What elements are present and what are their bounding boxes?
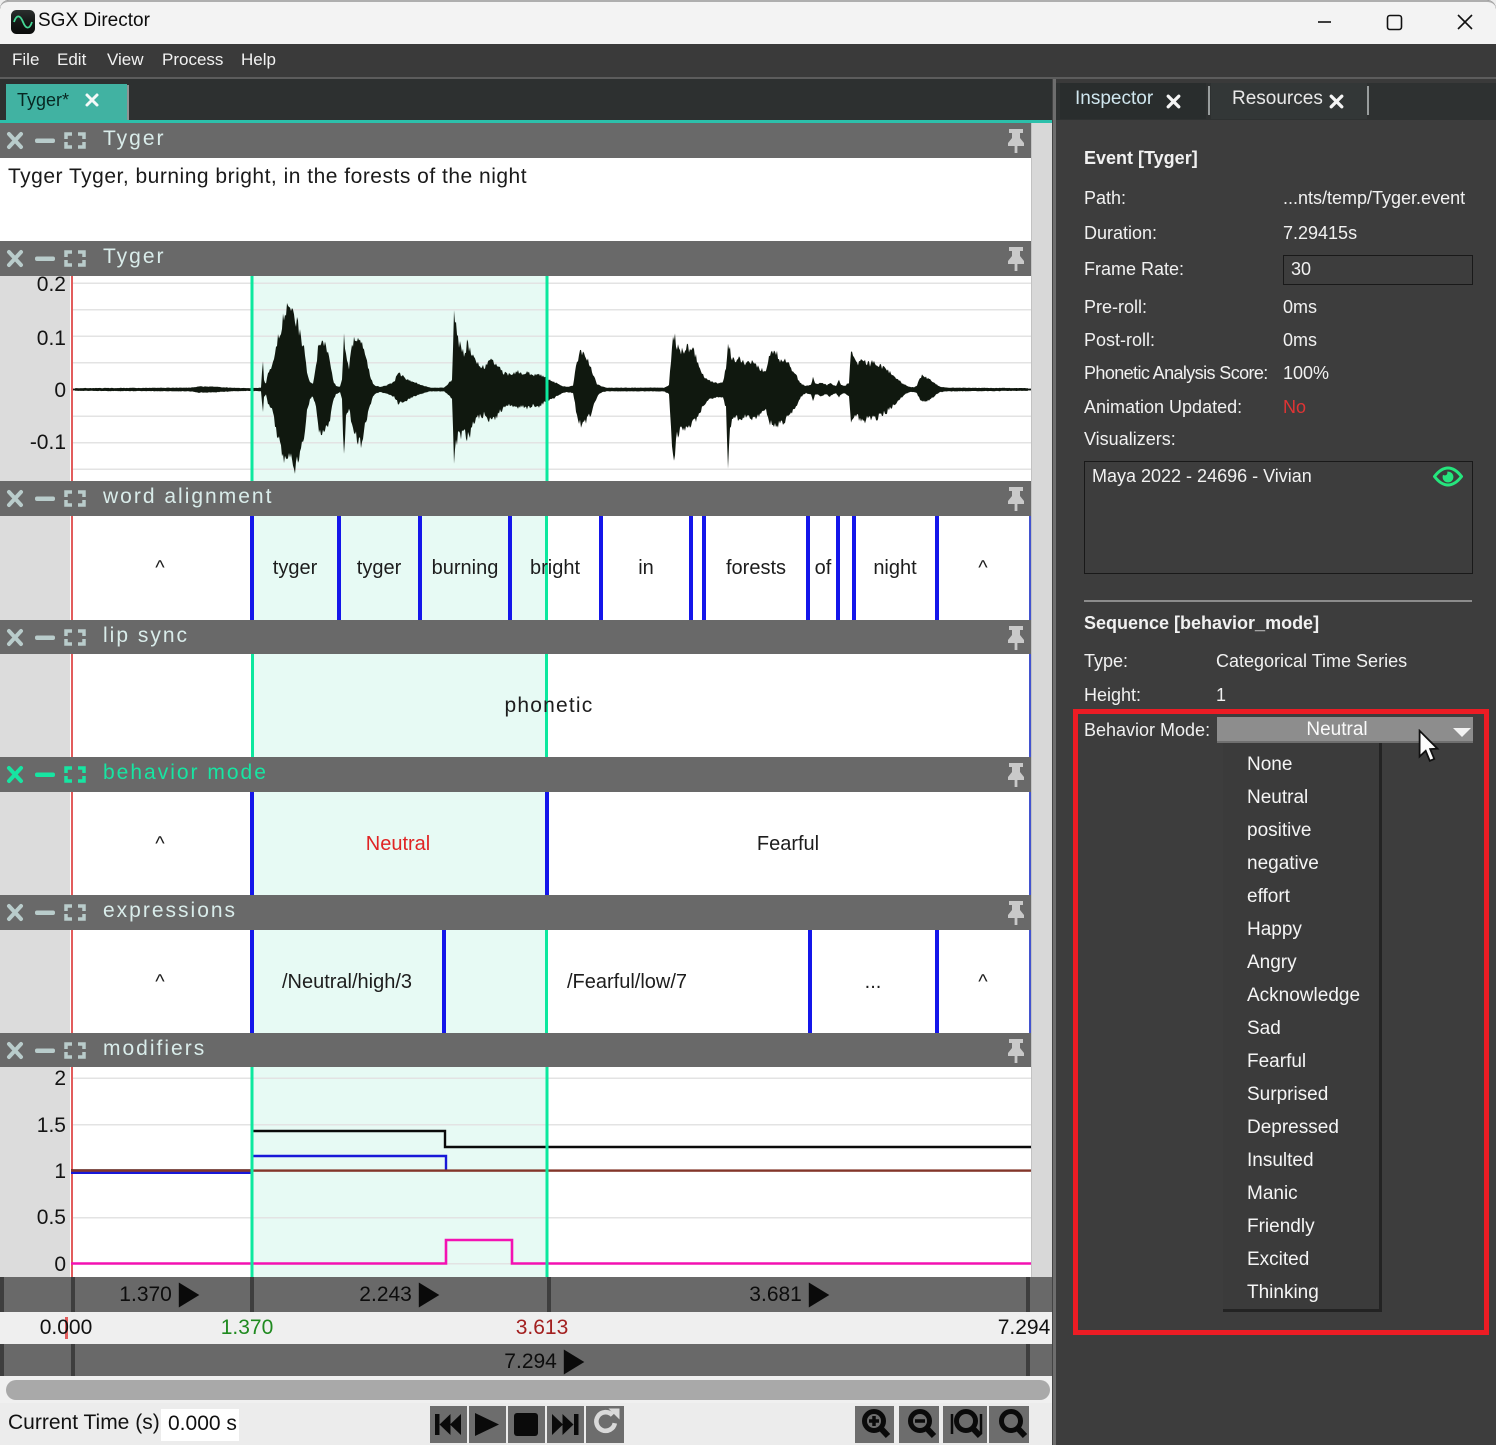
svg-text:0.2: 0.2 xyxy=(37,276,66,296)
svg-text:0.1: 0.1 xyxy=(37,327,66,350)
svg-text:0: 0 xyxy=(54,379,66,402)
svg-text:0: 0 xyxy=(54,1253,66,1276)
svg-text:1.5: 1.5 xyxy=(37,1114,66,1137)
svg-text:-0.1: -0.1 xyxy=(30,431,66,454)
svg-text:2: 2 xyxy=(54,1067,66,1090)
svg-text:1: 1 xyxy=(54,1160,66,1183)
svg-text:0.5: 0.5 xyxy=(37,1206,66,1229)
